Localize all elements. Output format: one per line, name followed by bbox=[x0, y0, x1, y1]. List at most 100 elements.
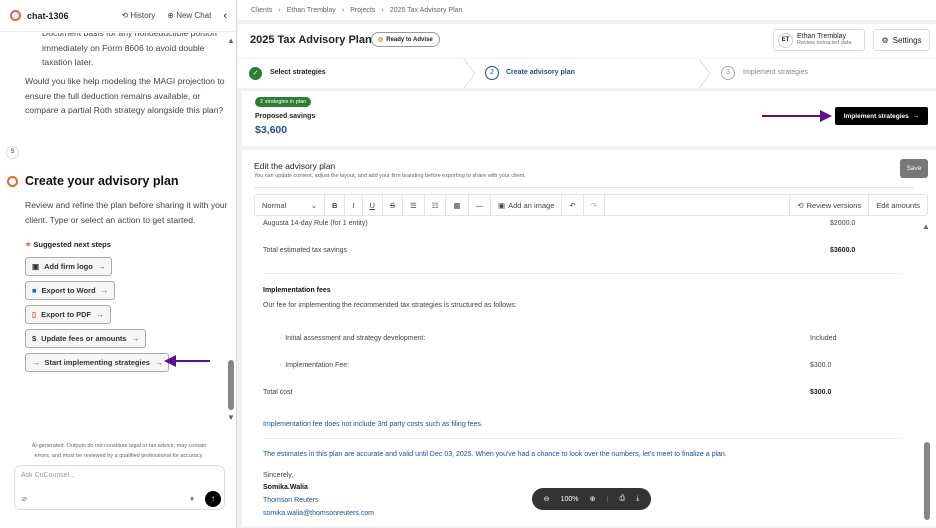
step-select-strategies[interactable]: Select strategies bbox=[270, 69, 326, 76]
undo-button[interactable]: ↶ bbox=[562, 194, 584, 216]
closing: Sincerely, bbox=[263, 472, 294, 479]
start-implementing-button[interactable]: → Start implementing strategies → bbox=[25, 353, 170, 372]
style-select[interactable]: Normal ⌄ bbox=[255, 194, 325, 216]
status-icon: ◎ bbox=[378, 37, 384, 43]
arrow-right-icon: → bbox=[32, 358, 40, 367]
status-badge: ◎ Ready to Advise bbox=[371, 32, 440, 47]
step-divider bbox=[463, 59, 476, 88]
breadcrumb-client[interactable]: Ethan Tremblay bbox=[287, 7, 336, 14]
edit-amounts-button[interactable]: Edit amounts bbox=[869, 194, 927, 216]
print-icon[interactable]: ⎙ bbox=[620, 495, 626, 503]
scroll-up-icon[interactable]: ▲ bbox=[227, 36, 235, 45]
signer-name: Somika.Walia bbox=[263, 484, 308, 491]
breadcrumb: Clients › Ethan Tremblay › Projects › 2025 … bbox=[238, 0, 936, 22]
page-title: 2025 Tax Advisory Plan bbox=[250, 34, 372, 46]
add-image-label: Add an image bbox=[508, 200, 555, 210]
breadcrumb-current: 2025 Tax Advisory Plan bbox=[389, 6, 463, 14]
attach-icon[interactable]: ⌀ bbox=[22, 494, 27, 503]
zoom-out-icon[interactable]: ⊖ bbox=[544, 495, 550, 503]
document-body[interactable]: Augusta 14-day Rule (for 1 entity) $2000… bbox=[242, 216, 922, 526]
chat-scrollbar[interactable] bbox=[228, 360, 234, 410]
bullet-list-button[interactable]: ☰ bbox=[403, 194, 425, 216]
sparkle-icon: ✶ bbox=[25, 240, 32, 249]
fee-value: $300.0 bbox=[810, 362, 832, 369]
strategy-value: $2000.0 bbox=[830, 220, 856, 227]
breadcrumb-projects[interactable]: Projects bbox=[350, 7, 375, 14]
save-button[interactable]: Save bbox=[900, 159, 928, 178]
add-image-button[interactable]: ▣ Add an image bbox=[491, 194, 563, 216]
strategies-badge: 2 strategies in plan bbox=[255, 97, 312, 107]
download-icon[interactable]: ⤓ bbox=[636, 495, 639, 503]
zoom-toolbar: ⊖ 100% ⊕ | ⎙ ⤓ bbox=[532, 488, 651, 510]
total-savings-label: Total estimated tax savings bbox=[263, 247, 348, 254]
step-create-plan[interactable]: Create advisory plan bbox=[506, 69, 575, 76]
disclaimer-line: AI-generated. Outputs do not constitute … bbox=[31, 443, 207, 449]
button-label: Update fees or amounts bbox=[41, 334, 127, 343]
history-button[interactable]: ⟲ History bbox=[121, 11, 155, 20]
export-pdf-button[interactable]: ▯ Export to PDF → bbox=[25, 305, 111, 324]
savings-card: 2 strategies in plan Proposed savings $3… bbox=[242, 91, 936, 146]
strategy-label: Augusta 14-day Rule (for 1 entity) bbox=[263, 220, 368, 227]
chat-header: chat-1306 ⟲ History ⊕ New Chat ‹ bbox=[0, 0, 237, 32]
editor-subtitle: You can update content, adjust the layou… bbox=[254, 173, 526, 179]
savings-value: $3,600 bbox=[255, 124, 288, 136]
edit-amounts-label: Edit amounts bbox=[876, 200, 920, 210]
check-icon: ✓ bbox=[249, 67, 262, 80]
gear-icon: ⚙ bbox=[881, 35, 889, 45]
numbered-list-button[interactable]: ☷ bbox=[425, 194, 447, 216]
stepper: ✓ Select strategies 2 Create advisory pl… bbox=[238, 59, 936, 88]
client-name: Ethan Tremblay bbox=[797, 33, 847, 40]
italic-button[interactable]: I bbox=[345, 194, 363, 216]
validity-text: The estimates in this plan are accurate … bbox=[263, 451, 727, 458]
redo-button[interactable]: ↷ bbox=[584, 194, 605, 216]
horizontal-rule-button[interactable]: — bbox=[469, 194, 492, 216]
step-implement[interactable]: Implement strategies bbox=[743, 69, 808, 76]
editor-title: Edit the advisory plan bbox=[254, 161, 336, 171]
editor-toolbar: Normal ⌄ B I U S ☰ ☷ ▦ — ▣ Add an image ↶ … bbox=[254, 194, 928, 216]
collapse-chevron-icon[interactable]: ‹ bbox=[223, 10, 227, 22]
table-button[interactable]: ▦ bbox=[446, 194, 469, 216]
chat-intro: Review and refine the plan before sharin… bbox=[25, 198, 228, 227]
disclaimer-line: errors, and must be reviewed by a qualif… bbox=[34, 453, 204, 459]
client-button[interactable]: ET Ethan Tremblay Review extracted data bbox=[773, 29, 865, 51]
settings-button[interactable]: ⚙ Settings bbox=[873, 29, 930, 51]
add-firm-logo-button[interactable]: ▣ Add firm logo → bbox=[25, 257, 113, 276]
review-versions-button[interactable]: ⟲ Review versions bbox=[789, 194, 870, 216]
divider bbox=[254, 187, 914, 188]
zoom-in-icon[interactable]: ⊕ bbox=[590, 495, 596, 503]
total-cost-label: Total cost bbox=[263, 389, 293, 396]
fee-value: Included bbox=[810, 335, 837, 342]
signer-company: Thomson Reuters bbox=[263, 497, 319, 504]
document-scrollbar[interactable] bbox=[924, 442, 930, 520]
fee-label: Initial assessment and strategy developm… bbox=[285, 335, 426, 342]
export-word-button[interactable]: ■ Export to Word → bbox=[25, 281, 116, 300]
divider bbox=[263, 438, 899, 439]
scroll-down-icon[interactable]: ▼ bbox=[227, 413, 235, 422]
chat-line: ensure the full deduction remains availa… bbox=[25, 90, 201, 101]
fees-intro: Our fee for implementing the recommended… bbox=[263, 302, 517, 309]
chat-line: immediately on Form 8606 to avoid double bbox=[42, 42, 205, 53]
send-button[interactable]: ↑ bbox=[205, 491, 221, 507]
breadcrumb-clients[interactable]: Clients bbox=[251, 7, 272, 14]
review-versions-label: Review versions bbox=[806, 200, 862, 210]
chat-line: Would you like help modeling the MAGI pr… bbox=[25, 76, 225, 86]
suggested-text: Suggested next steps bbox=[33, 240, 111, 249]
implement-strategies-button[interactable]: Implement strategies → bbox=[835, 107, 928, 125]
bold-button[interactable]: B bbox=[325, 194, 346, 216]
client-avatar: ET bbox=[778, 32, 793, 48]
strikethrough-button[interactable]: S bbox=[383, 194, 403, 216]
client-sub: Review extracted data bbox=[797, 40, 852, 46]
savings-label: Proposed savings bbox=[255, 113, 316, 120]
scroll-up-icon[interactable]: ▲ bbox=[922, 222, 930, 231]
underline-button[interactable]: U bbox=[363, 194, 383, 216]
button-label: Export to Word bbox=[41, 286, 96, 295]
update-fees-button[interactable]: $ Update fees or amounts → bbox=[25, 329, 147, 348]
microphone-icon[interactable]: ♦ bbox=[190, 494, 194, 503]
chat-input[interactable]: Ask CoCounsel... ⌀ ♦ ↑ bbox=[14, 465, 225, 510]
fee-note: Implementation fee does not include 3rd … bbox=[263, 421, 483, 428]
new-chat-button[interactable]: ⊕ New Chat bbox=[167, 11, 211, 20]
dollar-icon: $ bbox=[32, 334, 37, 343]
annotation-arrow bbox=[164, 355, 210, 367]
chat-heading: Create your advisory plan bbox=[25, 174, 179, 188]
cocounsel-logo-icon bbox=[10, 10, 21, 21]
